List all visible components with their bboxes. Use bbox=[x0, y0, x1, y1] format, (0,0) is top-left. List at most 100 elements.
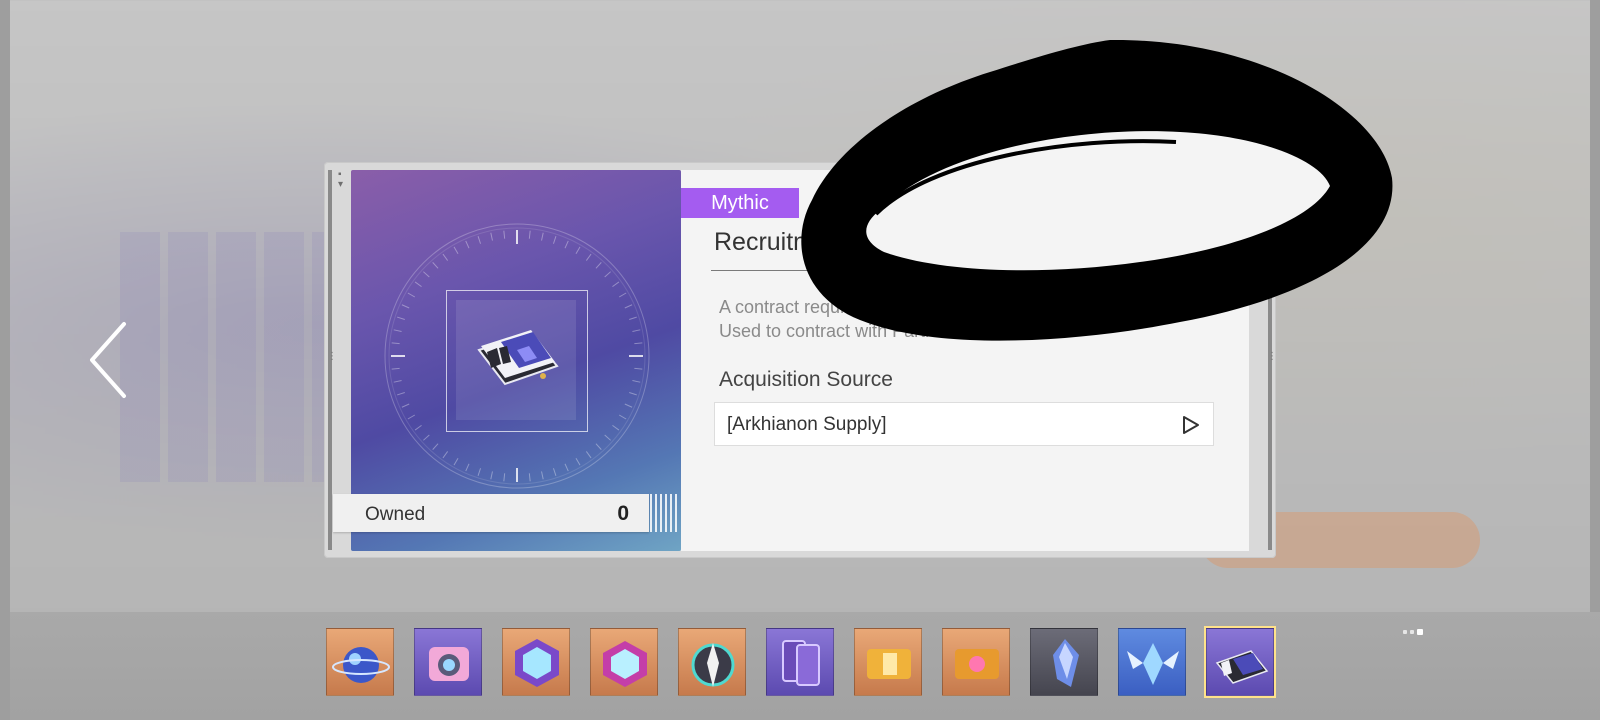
dial-tick bbox=[541, 471, 544, 480]
dial-tick bbox=[528, 230, 531, 239]
description-line: Used to contract with Partners. bbox=[719, 321, 966, 341]
gold-ticket-icon bbox=[867, 649, 911, 679]
dial-tick bbox=[401, 403, 410, 408]
tray-slot[interactable] bbox=[1030, 628, 1098, 696]
dial-tick bbox=[604, 434, 611, 441]
dial-tick bbox=[490, 232, 493, 241]
contract-card-icon bbox=[1215, 650, 1269, 684]
dial-tick bbox=[442, 253, 449, 261]
dial-tick bbox=[612, 281, 620, 288]
clock-icon bbox=[910, 191, 930, 211]
tray-slot[interactable] bbox=[326, 628, 394, 696]
item-description: A contract required for recruitment. Use… bbox=[719, 295, 1219, 343]
dial-tick bbox=[401, 304, 410, 309]
dial-tick bbox=[393, 329, 402, 332]
tray-slot[interactable] bbox=[1206, 628, 1274, 696]
dial-tick bbox=[575, 246, 581, 255]
planet-orb-icon bbox=[332, 647, 390, 683]
dial-tick bbox=[503, 230, 506, 239]
tray-slot[interactable] bbox=[502, 628, 570, 696]
dial-tick bbox=[575, 457, 581, 466]
dial-tick bbox=[632, 329, 641, 332]
page-dot bbox=[1403, 630, 1407, 634]
dial-tick bbox=[477, 468, 482, 476]
dial-tick bbox=[397, 316, 405, 321]
dial-tick bbox=[604, 271, 611, 278]
dial-tick bbox=[634, 367, 643, 370]
frame-side-marker: ⋮ bbox=[327, 351, 337, 362]
compass-star-icon bbox=[691, 643, 735, 687]
usage-period-label: Remaining usage period: bbox=[938, 190, 1139, 211]
owned-count-bar: Owned 0 bbox=[333, 494, 649, 532]
winged-crystal-icon bbox=[1127, 643, 1179, 685]
usage-period-value: 35d bbox=[1138, 190, 1169, 211]
dial-tick bbox=[624, 304, 633, 309]
card-pack-icon bbox=[782, 640, 820, 686]
dial-tick bbox=[407, 292, 416, 298]
dial-tick bbox=[432, 262, 439, 269]
tray-slot[interactable] bbox=[1118, 628, 1186, 696]
dial-tick bbox=[453, 457, 459, 466]
dial-tick bbox=[391, 367, 400, 370]
frame-corner-marker: ▪ ▾ bbox=[1254, 169, 1260, 190]
dial-tick bbox=[503, 473, 506, 482]
acquisition-heading: Acquisition Source bbox=[719, 368, 893, 391]
description-line: A contract required for recruitment. bbox=[719, 297, 997, 317]
crystal-core-purple-icon bbox=[603, 641, 647, 687]
dial-tick bbox=[564, 240, 569, 249]
dial-tick bbox=[585, 451, 592, 459]
dial-tick bbox=[414, 424, 422, 431]
tray-slot[interactable] bbox=[854, 628, 922, 696]
blue-shard-icon bbox=[1053, 639, 1079, 687]
crystal-core-icon bbox=[515, 639, 559, 687]
acquisition-source-label: [Arkhianon Supply] bbox=[727, 414, 887, 435]
dial-tick bbox=[632, 380, 641, 383]
page-dot bbox=[1410, 630, 1414, 634]
dial-tick bbox=[585, 253, 592, 261]
dial-tick bbox=[624, 403, 633, 408]
dial-tick bbox=[407, 414, 416, 420]
dial-tick bbox=[595, 262, 602, 269]
tray-slot[interactable] bbox=[590, 628, 658, 696]
dial-tick bbox=[423, 434, 430, 441]
close-icon[interactable] bbox=[1198, 182, 1234, 218]
dial-tick bbox=[453, 246, 459, 255]
dial-tick bbox=[629, 316, 637, 321]
dial-tick bbox=[618, 414, 627, 420]
dial-tick bbox=[618, 292, 627, 298]
page-dot-active bbox=[1417, 629, 1423, 635]
title-divider bbox=[711, 270, 1235, 271]
usage-period-timer: Remaining usage period: 35d ⋮ bbox=[910, 188, 1190, 214]
dial-tick bbox=[442, 451, 449, 459]
tray-slot[interactable] bbox=[766, 628, 834, 696]
dial-tick bbox=[423, 271, 430, 278]
tray-slot[interactable] bbox=[678, 628, 746, 696]
acquisition-source-row[interactable]: [Arkhianon Supply] bbox=[714, 402, 1214, 446]
tray-page-indicator bbox=[1403, 628, 1423, 636]
gold-ticket-alt-icon bbox=[955, 649, 999, 679]
dial-tick bbox=[490, 471, 493, 480]
dial-tick bbox=[552, 468, 557, 476]
dial-tick bbox=[552, 236, 557, 244]
dial-tick bbox=[465, 463, 470, 472]
dial-tick bbox=[629, 391, 637, 396]
dial-tick bbox=[541, 232, 544, 241]
contract-card-icon bbox=[477, 330, 559, 386]
dial-tick bbox=[612, 424, 620, 431]
tray-slot[interactable] bbox=[942, 628, 1010, 696]
dial-tick bbox=[477, 236, 482, 244]
dial-tick bbox=[432, 443, 439, 450]
previous-item-arrow-icon[interactable] bbox=[86, 320, 132, 400]
frame-corner-marker: ▪ ▾ bbox=[338, 169, 344, 190]
owned-count: 0 bbox=[617, 502, 629, 525]
dial-tick bbox=[393, 380, 402, 383]
tray-slot[interactable] bbox=[414, 628, 482, 696]
rarity-badge: Mythic bbox=[681, 188, 799, 218]
barcode-decoration bbox=[650, 494, 680, 532]
left-edge bbox=[0, 0, 10, 720]
frame-side-marker: ⋮ bbox=[1267, 351, 1277, 362]
dial-tick bbox=[465, 240, 470, 249]
dial-tick bbox=[634, 342, 643, 345]
camera-icon bbox=[429, 647, 469, 681]
dial-tick bbox=[414, 281, 422, 288]
